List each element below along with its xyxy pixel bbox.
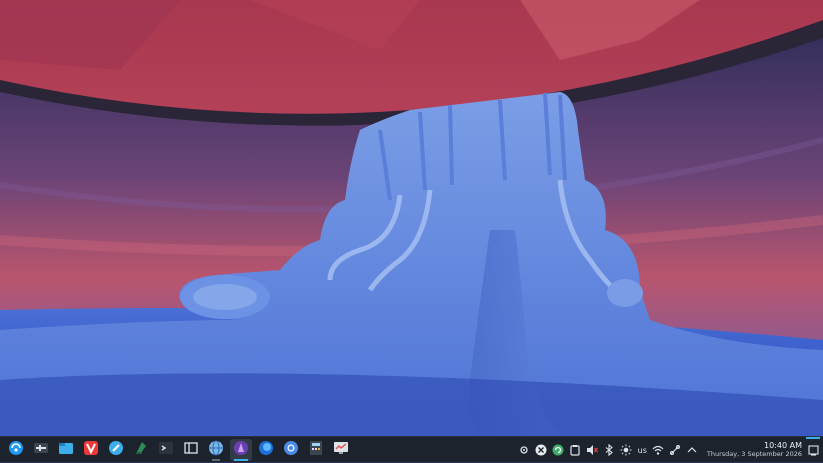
taskbar-panel: us 10:40 AM Thursday, 3 September 2026 [0, 436, 823, 462]
konsole-terminal-icon [158, 440, 174, 460]
task-purple-app[interactable] [230, 438, 252, 461]
kate-editor-icon [133, 440, 149, 460]
task-firefox[interactable] [255, 439, 277, 461]
task-system-monitor[interactable] [330, 439, 352, 461]
show-desktop-icon [807, 441, 819, 460]
tray-settings-icon[interactable] [518, 444, 531, 457]
tray-expand-chevron-icon[interactable] [686, 444, 699, 457]
vivaldi-browser-icon [83, 440, 99, 460]
task-system-settings[interactable] [30, 439, 52, 461]
tray-bluetooth-icon[interactable] [603, 444, 616, 457]
window-panel-icon [183, 440, 199, 460]
task-window-panel[interactable] [180, 439, 202, 461]
task-dolphin[interactable] [55, 439, 77, 461]
task-konsole[interactable] [155, 439, 177, 461]
digital-clock[interactable]: 10:40 AM Thursday, 3 September 2026 [707, 441, 802, 459]
tray-connect-icon[interactable] [669, 444, 682, 457]
tray-xbox-icon[interactable] [535, 444, 548, 457]
tray-sync-icon[interactable] [552, 444, 565, 457]
application-launcher-button[interactable] [4, 439, 28, 461]
task-manager [30, 438, 355, 461]
chromium-icon [283, 440, 299, 460]
firefox-icon [258, 440, 274, 460]
task-vivaldi[interactable] [80, 439, 102, 461]
show-desktop-indicator [806, 437, 820, 439]
tray-brightness-icon[interactable] [620, 444, 633, 457]
task-kate[interactable] [130, 439, 152, 461]
kde-logo-icon [8, 440, 24, 460]
task-globe-browser[interactable] [205, 439, 227, 461]
task-chromium[interactable] [280, 439, 302, 461]
globe-browser-icon [208, 440, 224, 460]
dolphin-file-manager-icon [58, 440, 74, 460]
clock-date: Thursday, 3 September 2026 [706, 450, 802, 458]
keyboard-layout-indicator[interactable]: us [638, 446, 647, 455]
system-monitor-icon [333, 440, 349, 460]
system-tray: us 10:40 AM Thursday, 3 September 2026 [516, 437, 823, 463]
show-desktop-button[interactable] [806, 437, 820, 463]
task-discover[interactable] [105, 439, 127, 461]
purple-app-icon [233, 440, 249, 460]
discover-store-icon [108, 440, 124, 460]
tray-wifi-icon[interactable] [652, 444, 665, 457]
system-settings-icon [33, 440, 49, 460]
task-calculator[interactable] [305, 439, 327, 461]
calculator-icon [308, 440, 324, 460]
tray-volume-muted-icon[interactable] [586, 444, 599, 457]
desktop-wallpaper [0, 0, 823, 436]
clock-time: 10:40 AM [764, 441, 802, 450]
tray-clipboard-icon[interactable] [569, 444, 582, 457]
